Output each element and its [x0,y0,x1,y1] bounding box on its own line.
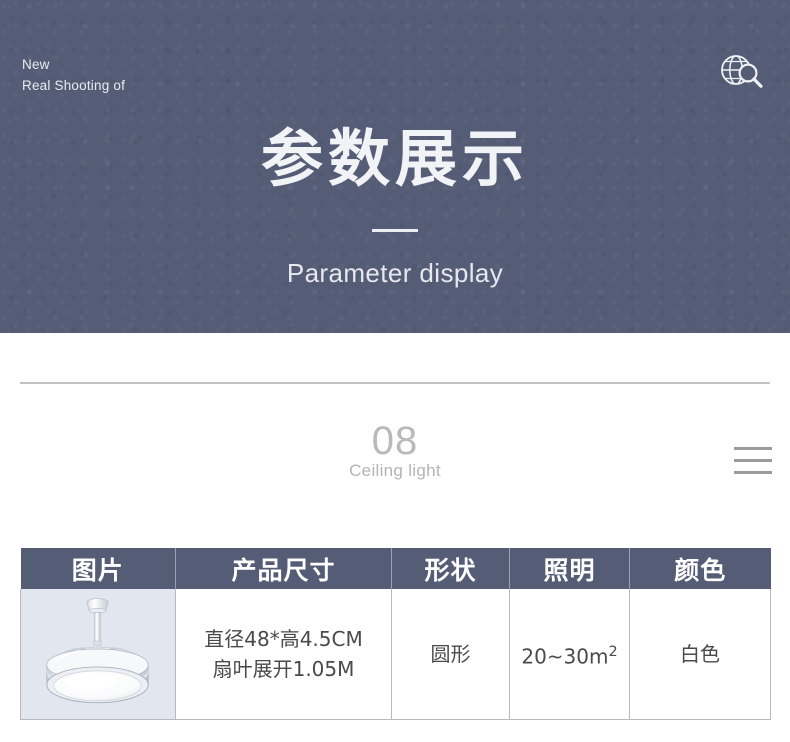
product-shape-cell: 圆形 [391,589,510,720]
product-parameter-page: New Real Shooting of 参数展示 Parameter disp… [0,0,790,742]
banner-corner-line-2: Real Shooting of [22,78,126,93]
section-number: 08 [371,419,419,463]
table-header-color: 颜色 [629,548,771,589]
page-banner: New Real Shooting of 参数展示 Parameter disp… [0,0,790,333]
product-lighting-cell: 20~30m2 [509,589,630,720]
lighting-value: 20~30m [521,644,609,669]
table-header-row: 图片 产品尺寸 形状 照明 颜色 [20,548,771,589]
table-header-shape: 形状 [391,548,510,589]
specification-table: 图片 产品尺寸 形状 照明 颜色 直径48*高4.5CM 扇叶展开1.05M 圆… [20,548,771,720]
table-header-lighting: 照明 [509,548,630,589]
table-row: 直径48*高4.5CM 扇叶展开1.05M 圆形 20~30m2 白色 [20,589,771,720]
menu-line-1 [734,447,772,450]
globe-search-icon[interactable] [718,52,764,94]
page-title: 参数展示 [260,122,529,195]
menu-line-3 [734,471,772,474]
product-size-line-2: 扇叶展开1.05M [212,657,355,681]
hamburger-menu-icon[interactable] [734,444,772,480]
table-header-size: 产品尺寸 [175,548,392,589]
product-image-cell [20,589,176,720]
lighting-unit-superscript: 2 [608,643,618,660]
section-name: Ceiling light [349,461,441,480]
product-color-cell: 白色 [629,589,771,720]
title-underline-rule [372,229,418,232]
menu-line-2 [734,459,772,462]
table-header-image: 图片 [20,548,176,589]
product-size-cell: 直径48*高4.5CM 扇叶展开1.05M [175,589,392,720]
page-subtitle: Parameter display [286,258,504,288]
banner-corner-line-1: New [22,57,50,72]
ceiling-fan-light-product-photo [21,589,175,719]
product-size-line-1: 直径48*高4.5CM [204,627,363,651]
section-divider [20,382,770,384]
banner-corner-text: New Real Shooting of [22,54,125,96]
